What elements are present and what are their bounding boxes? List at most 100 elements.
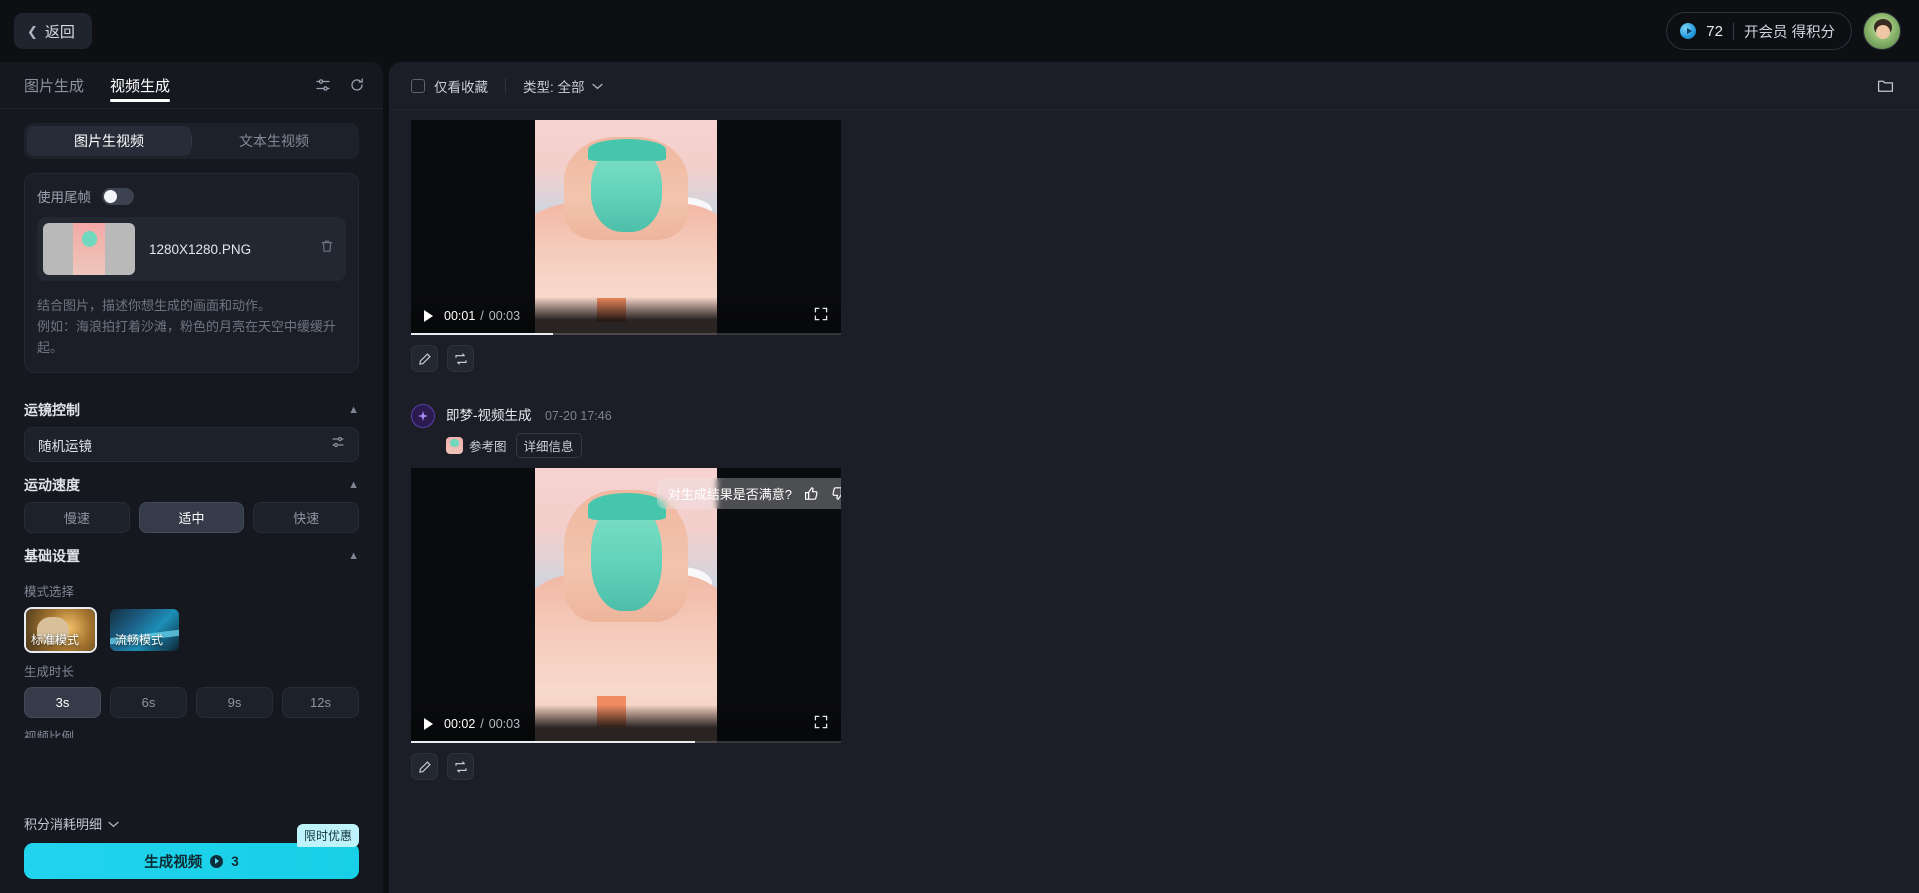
video-player[interactable]: 对生成结果是否满意? 00:02 / 00:03 (411, 468, 841, 743)
details-button[interactable]: 详细信息 (515, 433, 582, 458)
progress-bar[interactable] (411, 333, 841, 335)
folder-icon[interactable] (1871, 72, 1899, 100)
gallery-panel: 仅看收藏 类型: 全部 00:01 / 00:03 即梦-视频生成 07-20 … (389, 62, 1919, 893)
speed-option-slow[interactable]: 慢速 (24, 502, 130, 534)
file-thumbnail (43, 223, 135, 275)
top-bar-right: 72 开会员 得积分 (1666, 12, 1901, 50)
tab-label: 图片生成 (24, 77, 85, 95)
type-filter[interactable]: 类型: 全部 (523, 76, 603, 96)
regenerate-icon[interactable] (447, 345, 474, 372)
section-title: 运镜控制 (24, 402, 80, 419)
current-time: 00:02 (444, 717, 476, 731)
favorites-checkbox[interactable] (411, 78, 425, 93)
credits-pill[interactable]: 72 开会员 得积分 (1666, 12, 1852, 50)
motion-speed-header[interactable]: 运动速度 ▲ (24, 468, 359, 502)
promo-badge: 限时优惠 (296, 824, 359, 847)
tab-label: 视频生成 (110, 77, 171, 95)
membership-link[interactable]: 开会员 得积分 (1744, 21, 1835, 42)
video-player[interactable]: 00:01 / 00:03 (411, 120, 841, 335)
duration-option-3s[interactable]: 3s (24, 687, 101, 719)
favorites-label[interactable]: 仅看收藏 (434, 76, 488, 96)
back-button-label: 返回 (44, 23, 75, 41)
duration-option-9s[interactable]: 9s (196, 687, 273, 719)
time-separator: / (480, 309, 484, 323)
thumbs-down-icon[interactable] (831, 486, 841, 501)
gallery-list: 00:01 / 00:03 即梦-视频生成 07-20 17:46 参考图 详细… (389, 110, 1919, 893)
play-icon[interactable] (424, 310, 433, 322)
mode-card-smooth[interactable]: 流畅模式 (108, 607, 181, 653)
reference-image-tag[interactable]: 参考图 (446, 436, 507, 455)
mode-card-standard[interactable]: 标准模式 (24, 607, 97, 654)
duration-option-12s[interactable]: 12s (282, 687, 359, 719)
section-title: 运动速度 (24, 477, 80, 494)
play-icon[interactable] (424, 718, 433, 730)
motion-speed-options: 慢速 适中 快速 (24, 502, 360, 534)
history-reset-icon[interactable] (349, 77, 365, 93)
generate-button-label: 生成视频 (144, 854, 203, 871)
tab-image-generation[interactable]: 图片生成 (24, 62, 84, 109)
main-body: 图片生成 视频生成 图片生视频 文本生视频 使用尾帧 1280X1280.PNG… (0, 62, 1919, 893)
camera-movement-select[interactable]: 随机运镜 (24, 427, 359, 463)
generate-cost: 3 (231, 853, 239, 869)
fullscreen-icon[interactable] (814, 307, 828, 326)
basic-settings-header[interactable]: 基础设置 ▲ (24, 539, 359, 573)
tail-frame-row: 使用尾帧 (37, 186, 346, 206)
card-tags: 参考图 详细信息 (446, 433, 612, 458)
uploaded-file-row[interactable]: 1280X1280.PNG (37, 217, 346, 281)
file-name: 1280X1280.PNG (149, 241, 252, 257)
mode-select-label: 模式选择 (24, 585, 75, 600)
card-header: 即梦-视频生成 07-20 17:46 参考图 详细信息 (411, 396, 1919, 458)
credit-detail-label: 积分消耗明细 (24, 817, 103, 832)
generate-video-button[interactable]: 生成视频 3 (24, 843, 359, 879)
sliders-icon (331, 435, 345, 454)
coin-icon (1680, 23, 1697, 39)
video-frame (535, 468, 717, 743)
speed-option-fast[interactable]: 快速 (253, 502, 360, 534)
back-button[interactable]: ❮ 返回 (14, 13, 92, 49)
top-bar: ❮ 返回 72 开会员 得积分 (0, 0, 1919, 62)
type-filter-label: 类型: 全部 (523, 79, 585, 95)
reference-thumbnail (446, 437, 463, 454)
segment-label: 文本生视频 (239, 133, 309, 149)
mode-label: 标准模式 (31, 633, 80, 648)
card-meta: 即梦-视频生成 07-20 17:46 参考图 详细信息 (446, 404, 612, 458)
generator-name: 即梦-视频生成 (446, 408, 532, 423)
chevron-up-icon: ▲ (348, 550, 359, 563)
segment-image-to-video[interactable]: 图片生视频 (27, 126, 191, 156)
timestamp: 07-20 17:46 (544, 409, 612, 423)
credits-count: 72 (1706, 22, 1723, 40)
edit-icon[interactable] (411, 345, 438, 372)
tab-video-generation[interactable]: 视频生成 (110, 62, 171, 109)
player-controls: 00:02 / 00:03 (411, 705, 841, 743)
section-title: 基础设置 (24, 548, 80, 565)
edit-icon[interactable] (411, 753, 438, 780)
gallery-toolbar: 仅看收藏 类型: 全部 (389, 62, 1919, 110)
trash-icon[interactable] (320, 239, 334, 259)
duration-label: 生成时长 (24, 665, 75, 680)
duration-option-6s[interactable]: 6s (110, 687, 187, 719)
progress-bar[interactable] (411, 741, 841, 743)
panel-tools (315, 77, 365, 93)
segment-text-to-video[interactable]: 文本生视频 (192, 126, 356, 156)
option-label: 12s (310, 695, 331, 711)
speed-option-medium[interactable]: 适中 (138, 502, 245, 534)
total-time: 00:03 (488, 309, 521, 323)
segment-label: 图片生视频 (74, 133, 144, 149)
chevron-up-icon: ▲ (348, 479, 359, 492)
settings-sliders-icon[interactable] (315, 77, 331, 93)
regenerate-icon[interactable] (447, 753, 474, 780)
option-label: 快速 (293, 511, 320, 527)
panel-scroll: 图片生视频 文本生视频 使用尾帧 1280X1280.PNG 结合图片，描述你想… (0, 109, 383, 808)
feedback-toast: 对生成结果是否满意? (656, 478, 841, 509)
time-separator: / (480, 717, 484, 731)
camera-control-header[interactable]: 运镜控制 ▲ (24, 393, 359, 427)
avatar[interactable] (1863, 12, 1901, 50)
fullscreen-icon[interactable] (814, 715, 828, 734)
prompt-placeholder[interactable]: 结合图片，描述你想生成的画面和动作。 例如：海浪拍打着沙滩，粉色的月亮在天空中缓… (37, 295, 346, 358)
thumbs-up-icon[interactable] (804, 486, 819, 501)
card-actions (411, 753, 1919, 780)
generation-card: 00:01 / 00:03 (411, 120, 1919, 372)
divider (1732, 22, 1734, 40)
motion-speed-section: 运动速度 ▲ 慢速 适中 快速 (24, 468, 360, 534)
tail-frame-toggle[interactable] (102, 187, 134, 205)
